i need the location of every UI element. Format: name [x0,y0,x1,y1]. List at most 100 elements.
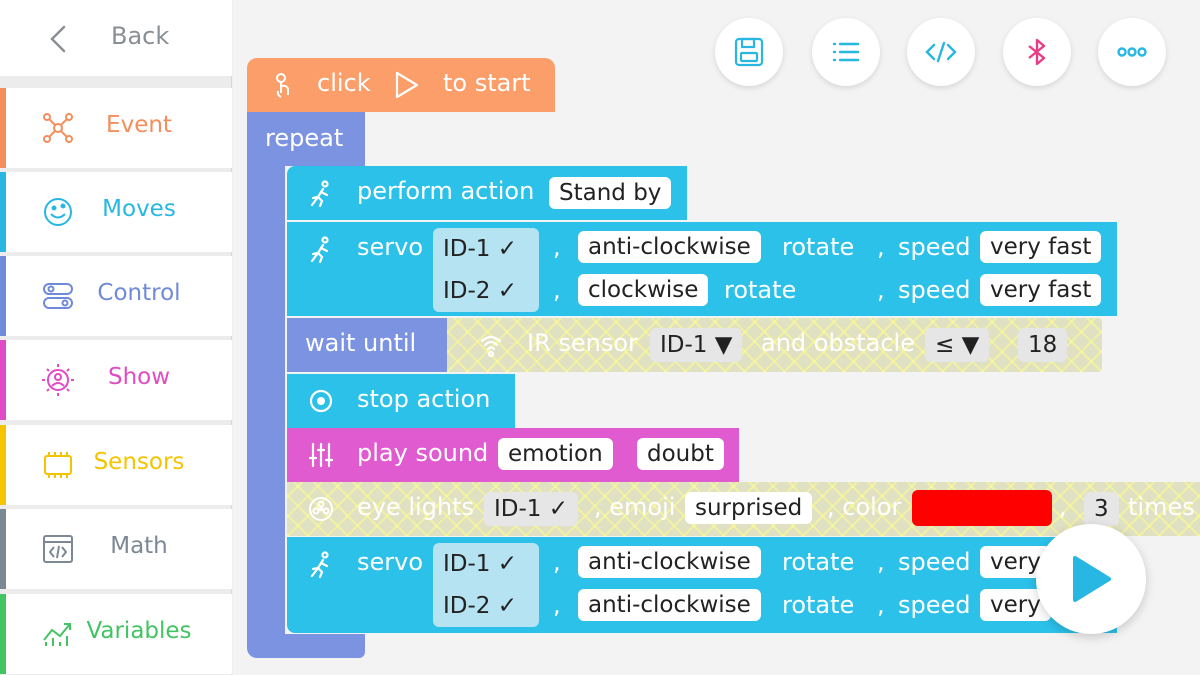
servo-id-list[interactable]: ID-1 ✓ ID-2 ✓ [433,543,539,627]
category-variables[interactable]: Variables [0,594,232,674]
category-sensors[interactable]: Sensors [0,425,232,505]
direction-dropdown[interactable]: anti-clockwise [578,231,761,263]
control-icon [43,283,73,309]
servo-id-item[interactable]: ID-2 ✓ [433,585,539,627]
comma: , [553,233,561,261]
comma: , [553,591,561,619]
running-figure-icon [310,236,329,263]
comma: , [1059,493,1067,521]
wait-until-block[interactable]: wait until [287,318,447,372]
stop-icon [309,389,333,413]
times-input[interactable]: 3 [1084,492,1119,526]
play-sound-block[interactable]: play sound emotion doubt [287,428,739,482]
rotate-label: rotate [782,548,855,576]
bluetooth-button[interactable] [1003,18,1071,86]
obstacle-value-input[interactable]: 18 [1018,328,1068,362]
stop-action-label: stop action [357,385,491,413]
emoji-dropdown[interactable]: surprised [685,492,813,524]
code-icon [925,41,957,63]
servo-id-item[interactable]: ID-1 ✓ [433,228,539,270]
servo-label: servo [357,548,424,576]
eye-id-dropdown[interactable]: ID-1 ✓ [484,492,579,526]
list-icon [832,42,860,62]
category-event[interactable]: Event [0,88,232,168]
operator-dropdown[interactable]: ≤ ▼ [925,328,990,362]
category-label: Show [107,364,171,390]
more-icon [1117,47,1147,57]
more-button[interactable] [1098,18,1166,86]
category-control[interactable]: Control [0,256,232,336]
perform-action-block[interactable]: perform action Stand by [287,166,687,220]
servo-id-list[interactable]: ID-1 ✓ ID-2 ✓ [433,228,539,312]
category-color-bar [0,425,6,505]
save-button[interactable] [715,18,783,86]
category-math[interactable]: Math [0,509,232,589]
comma: , [877,276,885,304]
speed-label: speed [898,233,971,261]
category-label: Moves [102,196,176,222]
color-swatch[interactable] [912,490,1052,526]
eye-lights-icon [309,497,333,521]
sound-dropdown[interactable]: doubt [637,438,724,470]
repeat-block-arm [247,166,285,638]
variables-icon [43,623,71,646]
times-label: times [1128,493,1195,521]
servo-id-item[interactable]: ID-2 ✓ [433,270,539,312]
run-program-button[interactable] [1036,524,1146,634]
sensors-icon [44,452,72,478]
list-button[interactable] [812,18,880,86]
click-label: click [317,69,371,97]
speed-dropdown[interactable]: very fast [980,274,1102,306]
perform-action-label: perform action [357,177,535,205]
moves-icon [44,198,72,226]
category-sidebar: Back Event Moves Control Show Sensors Ma… [0,0,232,675]
event-icon [43,113,73,143]
category-color-bar [0,256,6,336]
repeat-block-foot [247,634,365,658]
category-label: Sensors [93,449,185,475]
stop-action-block[interactable]: stop action [287,374,515,428]
direction-dropdown[interactable]: clockwise [578,274,709,306]
servo-id-item[interactable]: ID-1 ✓ [433,543,539,585]
action-dropdown[interactable]: Stand by [549,177,672,209]
eye-lights-label: eye lights [357,493,475,521]
touch-icon [276,73,289,98]
math-icon [43,535,73,563]
servo-block[interactable]: servo ID-1 ✓ ID-2 ✓ , anti-clockwise rot… [287,537,1117,633]
and-obstacle-label: and obstacle [761,329,915,357]
play-icon [1073,556,1111,602]
running-figure-icon [310,551,329,578]
equalizer-icon [308,442,334,468]
ir-sensor-condition[interactable]: IR sensor ID-1 ▼ and obstacle ≤ ▼ 18 [447,318,1102,372]
rotate-label: rotate [782,591,855,619]
ir-sensor-label: IR sensor [527,329,638,357]
ir-sensor-icon [480,335,502,358]
category-label: Variables [86,618,192,644]
repeat-label: repeat [265,124,344,152]
direction-dropdown[interactable]: anti-clockwise [578,589,761,621]
to-start-label: to start [443,69,531,97]
sensor-id-dropdown[interactable]: ID-1 ▼ [650,328,743,362]
category-color-bar [0,509,6,589]
servo-block[interactable]: servo ID-1 ✓ ID-2 ✓ , anti-clockwise rot… [287,222,1117,316]
direction-dropdown[interactable]: anti-clockwise [578,546,761,578]
comma: , [877,233,885,261]
code-button[interactable] [907,18,975,86]
color-label: , color [827,493,902,521]
category-label: Math [110,533,168,559]
category-color-bar [0,594,6,674]
bluetooth-icon [1028,38,1046,66]
back-button[interactable]: Back [0,0,232,76]
start-hat-block[interactable]: click to start [247,58,555,112]
repeat-block[interactable]: repeat [247,112,365,166]
category-label: Event [106,112,172,138]
category-show[interactable]: Show [0,340,232,420]
play-triangle-icon [395,71,419,99]
save-icon [734,37,764,67]
sound-category-dropdown[interactable]: emotion [498,438,613,470]
speed-dropdown[interactable]: very fast [980,231,1102,263]
emoji-label: , emoji [594,493,676,521]
category-color-bar [0,172,6,252]
eye-lights-block[interactable]: eye lights ID-1 ✓ , emoji surprised , co… [287,482,1200,536]
category-moves[interactable]: Moves [0,172,232,252]
